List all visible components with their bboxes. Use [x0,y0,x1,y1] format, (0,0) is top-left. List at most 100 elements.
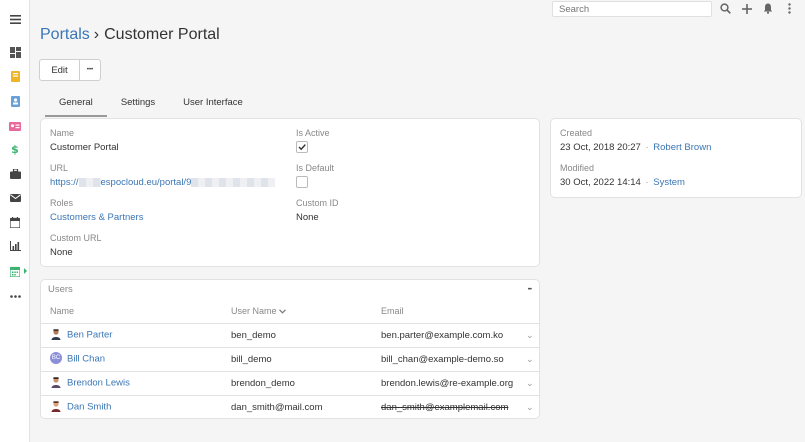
dot-separator: · [645,177,649,188]
record-actions: Edit ••• [39,59,101,81]
is-active-label: Is Active [296,128,330,138]
column-name: Name [41,300,231,324]
user-link[interactable]: Bill Chan [67,354,105,365]
more-actions-button[interactable]: ••• [80,59,101,81]
column-actions [526,300,539,324]
redacted-block [78,177,101,187]
sort-chevron-down-icon [279,309,286,314]
bell-icon[interactable] [761,2,774,15]
meta-panel: Created 23 Oct, 2018 20:27 · Robert Brow… [550,118,802,198]
roles-label: Roles [50,198,74,208]
user-link[interactable]: Brendon Lewis [67,378,130,389]
url-label: URL [50,163,69,173]
kebab-menu-icon[interactable] [783,2,796,15]
check-icon [298,144,306,151]
avatar [50,376,62,388]
detail-panel: Name Customer Portal URL https:// espoclo… [40,118,540,267]
created-label: Created [560,128,593,138]
tab-general[interactable]: General [45,93,107,117]
custom-id-label: Custom ID [296,198,339,208]
redacted-block [191,177,276,187]
users-panel-title: Users [48,284,73,295]
users-panel: Users ••• Name User Name Email Ben Parte… [40,279,540,419]
url-value[interactable]: https://espocloud.eu/portal/9 [50,177,276,188]
search-icon[interactable] [719,2,732,15]
menu-icon[interactable] [7,11,23,27]
user-name-cell: Dan Smith [41,395,231,419]
user-username-cell: bill_demo [231,347,381,372]
id-card-icon[interactable] [7,118,23,134]
url-mid: espocloud.eu/portal/ [100,177,187,188]
active-indicator [24,268,27,274]
created-row: 23 Oct, 2018 20:27 · Robert Brown [560,142,711,153]
column-email: Email [381,300,526,324]
table-row: BC Bill Chan bill_demo bill_chan@example-… [41,347,539,372]
table-row: Ben Parter ben_demo ben.parter@example.c… [41,323,539,348]
users-menu-label: ••• [527,287,532,293]
chart-icon[interactable] [7,238,23,254]
avatar [50,328,62,340]
table-row: Brendon Lewis brendon_demo brendon.lewis… [41,371,539,396]
avatar [50,400,62,413]
user-username-cell: brendon_demo [231,371,381,396]
user-link[interactable]: Dan Smith [67,402,111,413]
name-label: Name [50,128,75,138]
tab-bar: General Settings User Interface [45,93,257,117]
dot-separator: · [645,142,649,153]
avatar: BC [50,352,62,364]
tab-settings[interactable]: Settings [107,93,169,117]
dollar-icon[interactable]: $ [7,141,23,157]
contact-icon[interactable] [7,93,23,109]
user-name-cell: BC Bill Chan [41,347,231,372]
more-icon[interactable] [7,288,23,304]
plus-icon[interactable] [740,2,753,15]
custom-url-label: Custom URL [50,233,102,243]
is-default-checkbox [296,176,308,188]
row-actions-dropdown[interactable]: ⌄ [526,395,539,419]
bookmark-icon[interactable] [7,68,23,84]
is-default-label: Is Default [296,163,335,173]
user-username-cell: dan_smith@mail.com [231,401,323,413]
user-username-cell: ben_demo [231,323,381,348]
breadcrumb-portals-link[interactable]: Portals [40,26,90,43]
custom-url-value: None [50,247,73,258]
user-name-cell: Ben Parter [41,323,231,348]
created-date: 23 Oct, 2018 20:27 [560,142,641,153]
page-title: Customer Portal [104,26,220,43]
user-email-cell: bill_chan@example-demo.so [381,347,526,372]
edit-button[interactable]: Edit [39,59,80,81]
more-actions-label: ••• [86,67,94,73]
row-actions-dropdown[interactable]: ⌄ [526,323,539,348]
modified-date: 30 Oct, 2022 14:14 [560,177,641,188]
search-input[interactable] [552,1,712,17]
users-table-header: Name User Name Email [41,300,539,324]
modified-label: Modified [560,163,595,173]
dashboard-icon[interactable] [7,44,23,60]
custom-id-value: None [296,212,319,223]
breadcrumb: Portals › Customer Portal [40,26,220,44]
table-row: Dan Smith dan_smith@mail.com dan_smith@e… [41,395,539,419]
is-active-checkbox [296,141,308,153]
sidebar: $ [0,0,30,442]
roles-link[interactable]: Customers & Partners [50,212,143,223]
name-value: Customer Portal [50,142,119,153]
user-email-cell: ben.parter@example.com.ko [381,323,526,348]
user-email-cell: brendon.lewis@re-example.org [381,371,526,396]
envelope-icon[interactable] [7,190,23,206]
modified-by-link[interactable]: System [653,177,685,188]
users-panel-menu[interactable]: ••• [527,283,532,294]
calendar-icon[interactable] [7,214,23,230]
url-prefix: https:// [50,177,79,188]
briefcase-icon[interactable] [7,166,23,182]
user-name-cell: Brendon Lewis [41,371,231,396]
row-actions-dropdown[interactable]: ⌄ [526,347,539,372]
user-link[interactable]: Ben Parter [67,330,112,341]
calendar-active-icon[interactable] [7,263,23,279]
tab-user-interface[interactable]: User Interface [169,93,257,117]
column-user-name-label: User Name [231,306,277,317]
row-actions-dropdown[interactable]: ⌄ [526,371,539,396]
users-table: Name User Name Email Ben Parter ben_demo… [41,300,539,419]
created-by-link[interactable]: Robert Brown [653,142,711,153]
column-user-name[interactable]: User Name [231,300,381,324]
modified-row: 30 Oct, 2022 14:14 · System [560,177,685,188]
